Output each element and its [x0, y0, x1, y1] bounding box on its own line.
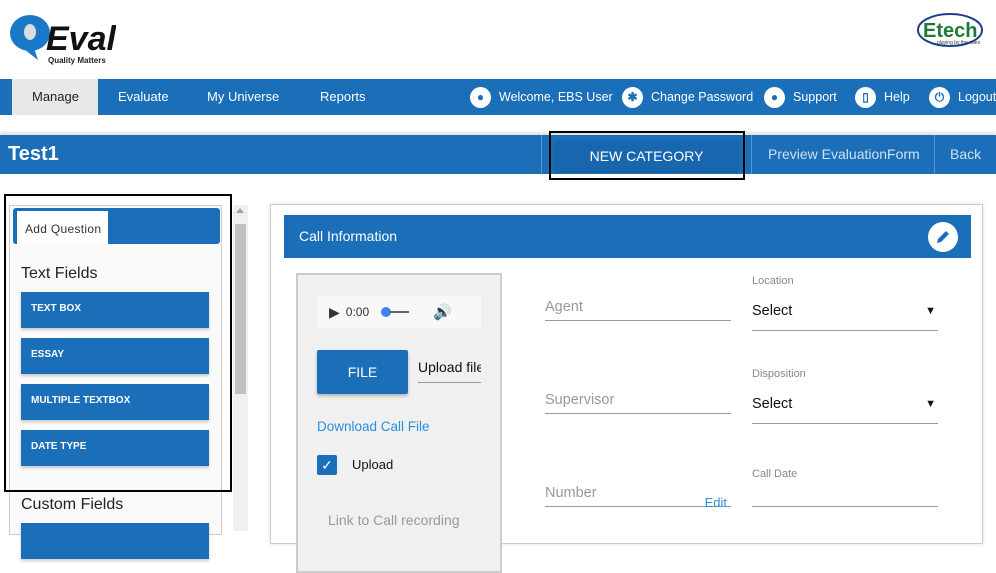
change-password-link[interactable]: ✱ Change Password	[622, 79, 753, 115]
number-placeholder: Number	[545, 485, 597, 501]
disposition-label: Disposition	[752, 368, 806, 380]
disposition-value: Select	[752, 396, 793, 412]
file-button[interactable]: FILE	[317, 350, 408, 394]
card-header: Call Information	[284, 215, 971, 258]
welcome-label: Welcome, EBS User	[499, 90, 613, 104]
nav-tab-reports[interactable]: Reports	[300, 79, 386, 115]
nav-tab-evaluate[interactable]: Evaluate	[98, 79, 189, 115]
tagline: Quality Matters	[48, 56, 106, 65]
main-nav: Manage Evaluate My Universe Reports ● Wel…	[0, 79, 996, 115]
call-date-field[interactable]	[752, 477, 938, 507]
disposition-select[interactable]: Select ▼	[752, 394, 938, 424]
partner-tagline: playing by the rules	[937, 40, 981, 46]
dropdown-arrow-icon: ▼	[925, 398, 936, 410]
logout-link[interactable]: ⏻ Logout	[929, 79, 996, 115]
help-link[interactable]: ▯ Help	[855, 79, 910, 115]
call-information-card: Call Information ▶ 0:00 🔊 FILE Upload fi…	[270, 204, 983, 573]
number-field[interactable]: Number Edit	[545, 485, 731, 510]
volume-icon[interactable]: 🔊	[433, 303, 452, 321]
location-label: Location	[752, 275, 794, 287]
divider	[541, 135, 542, 174]
upload-checkbox[interactable]: ✓	[317, 455, 337, 475]
upload-file-input[interactable]: Upload file	[418, 355, 481, 383]
scrollbar[interactable]	[233, 205, 248, 531]
custom-field-button[interactable]	[21, 523, 209, 559]
qeval-logo: Eval Quality Matters	[8, 10, 117, 68]
title-bar: Test1 NEW CATEGORY Preview EvaluationFor…	[0, 135, 996, 174]
agent-field[interactable]: Agent	[545, 299, 731, 321]
divider	[934, 135, 935, 174]
preview-evaluation-form-link[interactable]: Preview EvaluationForm	[768, 135, 920, 174]
svg-text:Eval: Eval	[46, 20, 116, 58]
power-icon: ⏻	[929, 86, 950, 108]
location-select[interactable]: Select ▼	[752, 301, 938, 331]
supervisor-field[interactable]: Supervisor	[545, 392, 731, 414]
logout-label: Logout	[958, 90, 996, 104]
svg-text:Etech: Etech	[923, 20, 977, 42]
audio-time: 0:00	[345, 305, 370, 319]
call-file-box: ▶ 0:00 🔊 FILE Upload file Download Call …	[296, 273, 502, 573]
edit-pencil-icon[interactable]	[928, 222, 958, 252]
user-icon: ●	[470, 86, 491, 108]
download-call-file-link[interactable]: Download Call File	[317, 419, 430, 434]
etech-logo: Etech playing by the rules	[915, 10, 985, 52]
card-title: Call Information	[299, 228, 398, 244]
nav-tab-manage[interactable]: Manage	[12, 79, 98, 115]
support-label: Support	[793, 90, 837, 104]
dropdown-arrow-icon: ▼	[925, 305, 936, 317]
highlight-box	[549, 131, 745, 180]
location-value: Select	[752, 303, 793, 319]
welcome-user[interactable]: ● Welcome, EBS User	[470, 79, 613, 115]
book-icon: ▯	[855, 86, 876, 108]
number-edit-link[interactable]: Edit	[705, 495, 727, 510]
upload-checkbox-label: Upload	[352, 457, 394, 472]
nav-tab-my-universe[interactable]: My Universe	[187, 79, 299, 115]
highlight-box	[4, 194, 232, 492]
audio-seek-slider[interactable]	[381, 307, 411, 317]
play-icon[interactable]: ▶	[329, 304, 340, 321]
scrollbar-thumb[interactable]	[235, 224, 246, 394]
change-password-label: Change Password	[651, 90, 754, 104]
support-link[interactable]: ● Support	[764, 79, 837, 115]
link-to-call-recording[interactable]: Link to Call recording	[328, 512, 460, 528]
gear-icon: ✱	[622, 86, 643, 108]
custom-fields-heading: Custom Fields	[21, 496, 124, 513]
help-label: Help	[884, 90, 910, 104]
support-icon: ●	[764, 86, 785, 108]
divider	[751, 135, 752, 174]
scroll-up-icon[interactable]	[236, 208, 244, 213]
audio-player[interactable]: ▶ 0:00 🔊	[317, 296, 481, 328]
back-link[interactable]: Back	[950, 135, 981, 174]
page-title: Test1	[8, 143, 59, 165]
